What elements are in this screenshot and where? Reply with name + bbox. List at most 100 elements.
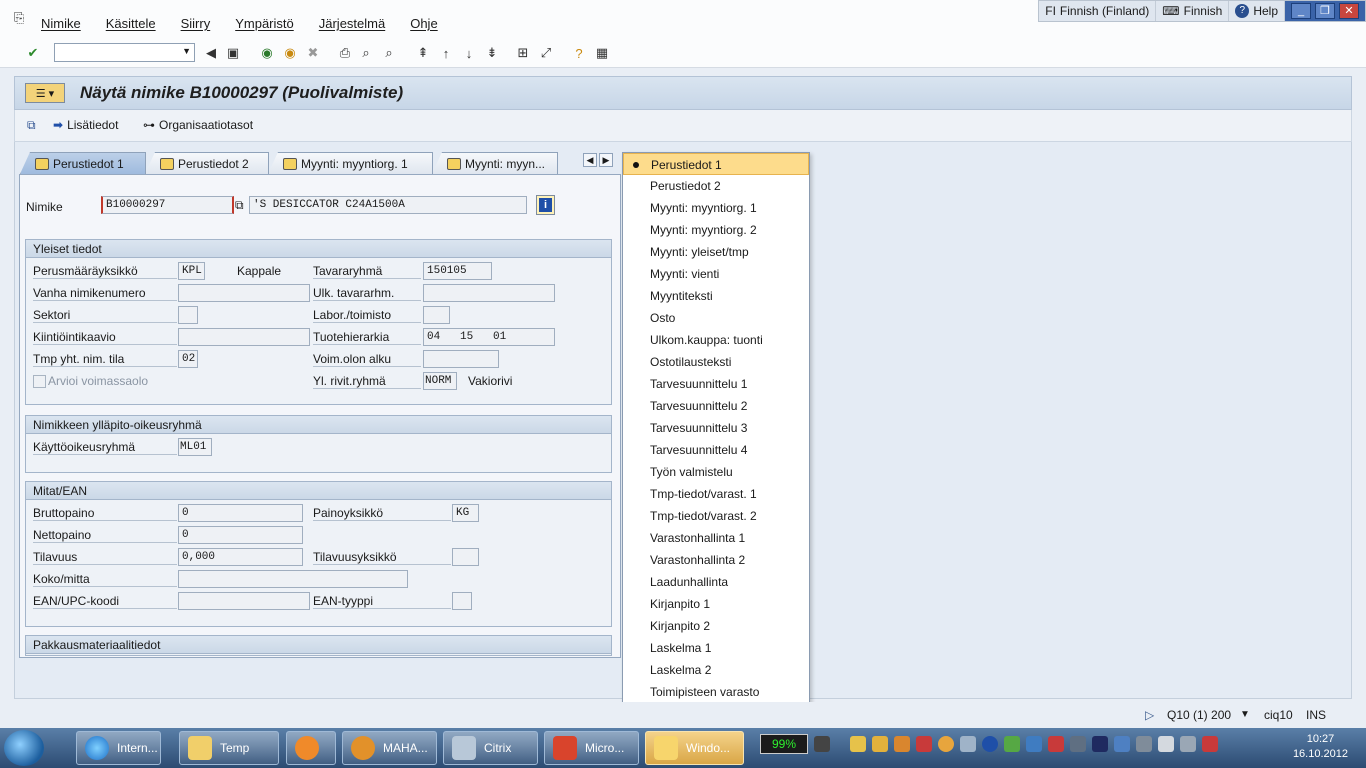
tab-list-item[interactable]: Kirjanpito 1 bbox=[623, 593, 809, 615]
hand-icon[interactable] bbox=[850, 736, 866, 752]
restore-button[interactable]: ❐ bbox=[1315, 3, 1335, 19]
info-button[interactable]: i bbox=[536, 195, 555, 215]
menu-item-jarjestelma[interactable]: Järjestelmä bbox=[319, 16, 385, 31]
print-icon[interactable]: ⎙ bbox=[337, 45, 353, 61]
valid-from-field[interactable] bbox=[423, 350, 499, 368]
tab-list-item[interactable]: Laskelma 1 bbox=[623, 637, 809, 659]
additional-data-button[interactable]: ➡ Lisätiedot bbox=[53, 118, 118, 132]
tab-scroll-right-icon[interactable]: ▶ bbox=[599, 153, 613, 167]
tab-list-item[interactable]: Ulkom.kauppa: tuonti bbox=[623, 329, 809, 351]
copy-icon[interactable]: ⧉ bbox=[235, 198, 244, 213]
window-app-icon[interactable] bbox=[1114, 736, 1130, 752]
task-internet-explorer[interactable]: Intern... bbox=[76, 731, 161, 765]
menu-item-kasittele[interactable]: Käsittele bbox=[106, 16, 156, 31]
material-field[interactable]: B10000297 bbox=[101, 196, 234, 214]
tab-list-item[interactable]: Perustiedot 1 bbox=[623, 153, 809, 175]
phone-icon[interactable] bbox=[1136, 736, 1152, 752]
command-field[interactable]: ▼ bbox=[54, 43, 195, 62]
power-plug-icon[interactable] bbox=[814, 736, 830, 752]
chat-icon[interactable] bbox=[938, 736, 954, 752]
m-app-icon[interactable] bbox=[1092, 736, 1108, 752]
exit-icon[interactable]: ◉ bbox=[282, 45, 298, 61]
tab-list-item[interactable]: Ostotilausteksti bbox=[623, 351, 809, 373]
tab-list-item[interactable]: Varastonhallinta 1 bbox=[623, 527, 809, 549]
title-menu-icon[interactable]: ☰ ▾ bbox=[25, 83, 65, 103]
system-menu-icon[interactable]: ⎘ bbox=[14, 10, 24, 26]
org-levels-button[interactable]: ⊶ Organisaatiotasot bbox=[143, 118, 253, 132]
save-icon[interactable]: ▣ bbox=[225, 45, 241, 61]
tab-list-item[interactable]: Tmp-tiedot/varast. 1 bbox=[623, 483, 809, 505]
usb-icon[interactable] bbox=[1180, 736, 1196, 752]
help-question-icon[interactable]: ? bbox=[571, 45, 587, 61]
product-hierarchy-field[interactable]: 04 15 01 bbox=[423, 328, 555, 346]
size-dimensions-field[interactable] bbox=[178, 570, 408, 588]
shortcut-icon[interactable]: ⤢ bbox=[538, 45, 554, 61]
net-weight-field[interactable]: 0 bbox=[178, 526, 303, 544]
check-icon[interactable] bbox=[1004, 736, 1020, 752]
command-dropdown-icon[interactable]: ▼ bbox=[182, 46, 191, 56]
start-button[interactable] bbox=[4, 730, 44, 766]
tab-list-item[interactable]: Osto bbox=[623, 307, 809, 329]
tab-perustiedot-2[interactable]: Perustiedot 2 bbox=[145, 152, 269, 174]
battery-indicator[interactable]: 99% bbox=[760, 734, 808, 754]
language-selector[interactable]: FI Finnish (Finland) bbox=[1039, 1, 1157, 21]
grid-icon[interactable] bbox=[1026, 736, 1042, 752]
tab-list-item[interactable]: Työn valmistelu bbox=[623, 461, 809, 483]
tab-list-item[interactable]: Myynti: myyntiorg. 2 bbox=[623, 219, 809, 241]
task-citrix[interactable]: Citrix bbox=[443, 731, 538, 765]
tab-list-item[interactable]: Varastonhallinta 2 bbox=[623, 549, 809, 571]
volume-field[interactable]: 0,000 bbox=[178, 548, 303, 566]
monitor-icon[interactable] bbox=[1070, 736, 1086, 752]
volume-unit-field[interactable] bbox=[452, 548, 479, 566]
task-microsoft[interactable]: Micro... bbox=[544, 731, 639, 765]
base-unit-field[interactable]: KPL bbox=[178, 262, 205, 280]
minimize-button[interactable]: _ bbox=[1291, 3, 1311, 19]
palette-icon[interactable] bbox=[894, 736, 910, 752]
status-expand-icon[interactable]: ▷ bbox=[1145, 708, 1154, 722]
division-field[interactable] bbox=[178, 306, 198, 324]
tab-list-item[interactable]: Tarvesuunnittelu 4 bbox=[623, 439, 809, 461]
tab-list-item[interactable]: Laskelma 2 bbox=[623, 659, 809, 681]
menu-item-siirry[interactable]: Siirry bbox=[181, 16, 211, 31]
lab-office-field[interactable] bbox=[423, 306, 450, 324]
tab-list-item[interactable]: Tmp-tiedot/varast. 2 bbox=[623, 505, 809, 527]
task-maha[interactable]: MAHA... bbox=[342, 731, 437, 765]
tab-list-item[interactable]: Perustiedot 2 bbox=[623, 175, 809, 197]
find-next-icon[interactable]: ⌕ bbox=[381, 45, 397, 61]
gross-weight-field[interactable]: 0 bbox=[178, 504, 303, 522]
menu-item-ohje[interactable]: Ohje bbox=[410, 16, 437, 31]
flag-icon[interactable] bbox=[916, 736, 932, 752]
task-temp-folder[interactable]: Temp bbox=[179, 731, 279, 765]
item-category-field[interactable]: NORM bbox=[423, 372, 457, 390]
collapse-arrow-icon[interactable]: ◀ bbox=[203, 45, 219, 61]
back-icon[interactable]: ◉ bbox=[259, 45, 275, 61]
help-button[interactable]: ? Help bbox=[1229, 1, 1285, 21]
material-status-field[interactable]: 02 bbox=[178, 350, 198, 368]
enter-check-icon[interactable]: ✔ bbox=[25, 45, 41, 61]
auth-group-field[interactable]: ML01 bbox=[178, 438, 212, 456]
tab-scroll-left-icon[interactable]: ◀ bbox=[583, 153, 597, 167]
notes-icon[interactable] bbox=[872, 736, 888, 752]
ean-type-field[interactable] bbox=[452, 592, 472, 610]
tab-list-item[interactable]: Tarvesuunnittelu 3 bbox=[623, 417, 809, 439]
menu-item-ymparisto[interactable]: Ympäristö bbox=[235, 16, 294, 31]
tab-list-item[interactable]: Myynti: yleiset/tmp bbox=[623, 241, 809, 263]
cancel-icon[interactable]: ✖ bbox=[305, 45, 321, 61]
material-group-field[interactable]: 150105 bbox=[423, 262, 492, 280]
tab-list-item[interactable]: Myynti: myyntiorg. 1 bbox=[623, 197, 809, 219]
allocation-field[interactable] bbox=[178, 328, 310, 346]
clock[interactable]: 10:27 16.10.2012 bbox=[1293, 732, 1348, 762]
tab-list-item[interactable]: Tarvesuunnittelu 2 bbox=[623, 395, 809, 417]
other-material-button[interactable]: ⧉ bbox=[27, 118, 36, 133]
tab-list-item[interactable]: Kirjanpito 2 bbox=[623, 615, 809, 637]
assess-validity-checkbox[interactable] bbox=[33, 375, 46, 388]
keyboard-selector[interactable]: ⌨ Finnish bbox=[1156, 1, 1230, 21]
menu-item-nimike[interactable]: Nimike bbox=[41, 16, 81, 31]
tab-list-item[interactable]: Toimipisteen varasto bbox=[623, 681, 809, 703]
volume-muted-icon[interactable] bbox=[1202, 736, 1218, 752]
find-icon[interactable]: ⌕ bbox=[358, 45, 374, 61]
ext-material-group-field[interactable] bbox=[423, 284, 555, 302]
close-button[interactable]: ✕ bbox=[1339, 3, 1359, 19]
layout-menu-icon[interactable]: ▦ bbox=[594, 45, 610, 61]
system-info-dropdown-icon[interactable]: ▼ bbox=[1240, 709, 1250, 720]
